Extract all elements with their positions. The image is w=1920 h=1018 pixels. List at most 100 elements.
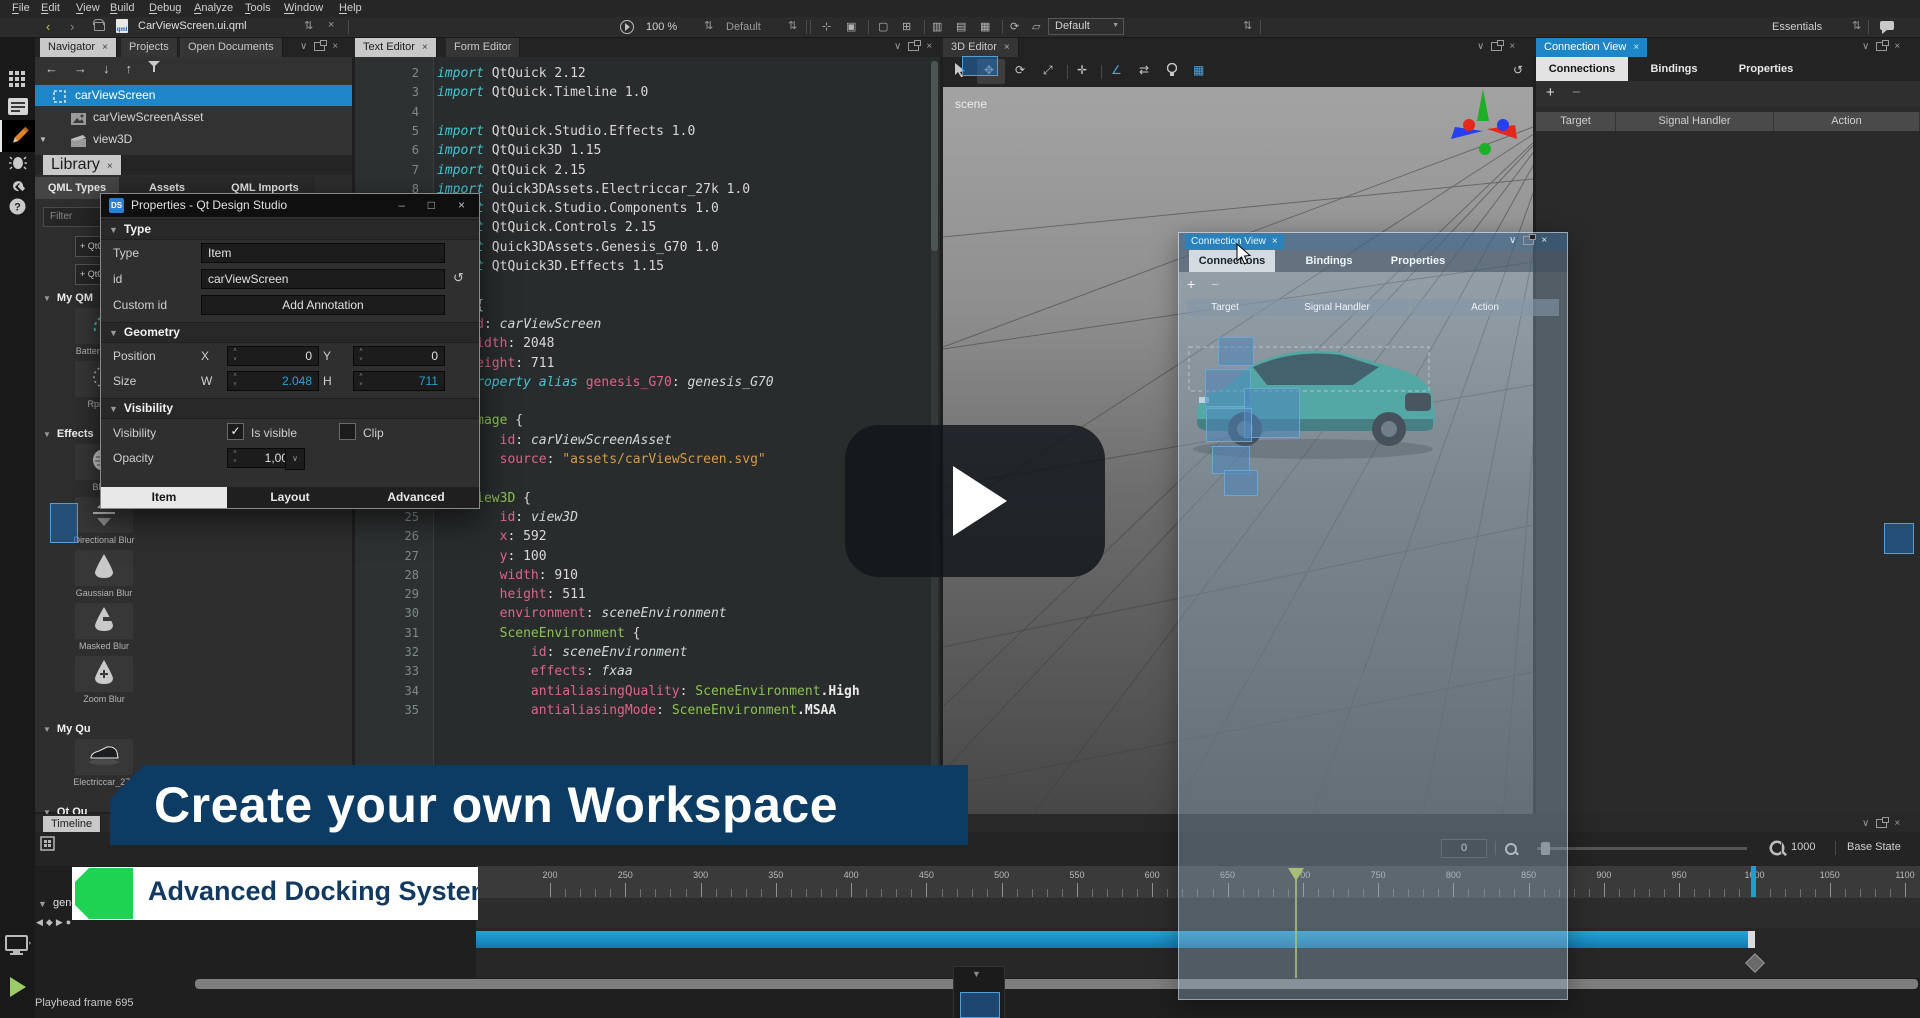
fit-selected-icon[interactable]: ✛	[1077, 63, 1087, 77]
opacity-dropdown[interactable]: ∨	[285, 448, 305, 470]
editor-dock-controls[interactable]: ∨×	[894, 41, 932, 52]
welcome-mode-icon[interactable]	[0, 71, 35, 89]
move-up-icon[interactable]: ↑	[126, 61, 133, 76]
tools-mode-icon[interactable]	[0, 176, 35, 193]
tab-form-editor[interactable]: Form Editor	[446, 38, 520, 57]
h-field[interactable]: ˄˅711	[353, 371, 445, 391]
tab-advanced[interactable]: Advanced	[353, 487, 479, 508]
code-line-25[interactable]: id: view3D	[437, 510, 578, 525]
kit-selector[interactable]: Default ▼	[1048, 18, 1124, 35]
is-visible-checkbox[interactable]: ✓	[227, 423, 244, 440]
add-annotation-button[interactable]: Add Annotation	[201, 295, 445, 315]
tab-connections[interactable]: Connections	[1189, 250, 1275, 272]
tab-library[interactable]: Library×	[43, 155, 122, 175]
close-icon[interactable]: ×	[107, 161, 113, 172]
zoom-in-icon[interactable]	[1770, 841, 1785, 856]
show-bounds-icon[interactable]: ▢	[878, 20, 888, 33]
orientation-icon[interactable]: ∠	[1111, 63, 1122, 77]
floating-dock-controls[interactable]: ∨×	[1509, 235, 1547, 246]
tab-connection-view[interactable]: Connection View×	[1536, 38, 1648, 57]
timeline-dock-controls[interactable]: ∨×	[1862, 818, 1900, 829]
code-line-29[interactable]: height: 511	[437, 587, 586, 602]
menu-edit[interactable]: Edit	[41, 2, 60, 14]
keyframe-diamond[interactable]	[1745, 953, 1765, 973]
tab-navigator[interactable]: Navigator×	[40, 38, 117, 57]
library-section-my-qu[interactable]: ▼My Qu	[43, 723, 133, 735]
current-document-label[interactable]: CarViewScreen.ui.qml	[138, 20, 247, 32]
connection-dock-controls[interactable]: ∨×	[1862, 41, 1900, 52]
menu-view[interactable]: View	[76, 2, 100, 14]
rotate-tool-icon[interactable]: ⟳	[1015, 63, 1025, 77]
caret-down-icon[interactable]: ▼	[38, 899, 47, 909]
edit-annotation-icon[interactable]: ▱	[1032, 20, 1040, 33]
scale-tool-icon[interactable]: ⤢	[1043, 63, 1053, 78]
workspace-selector[interactable]: Essentials	[1772, 21, 1822, 33]
code-line-22[interactable]: source: "assets/carViewScreen.svg"	[437, 452, 766, 467]
tree-item-carViewScreenAsset[interactable]: carViewScreenAsset	[35, 107, 352, 128]
code-line-32[interactable]: id: sceneEnvironment	[437, 645, 687, 660]
caret-down-icon[interactable]: ▼	[39, 129, 47, 150]
state-selector[interactable]: Base State	[1847, 841, 1901, 853]
tab-properties[interactable]: Properties	[1720, 57, 1812, 81]
tab-layout[interactable]: Layout	[227, 487, 353, 508]
tab-open-documents[interactable]: Open Documents	[180, 38, 283, 57]
design-mode-icon[interactable]	[0, 120, 35, 152]
navigator-dock-controls[interactable]: ∨×	[300, 41, 338, 52]
kit-spinner[interactable]: ⇅	[1243, 19, 1252, 32]
viewport-dock-controls[interactable]: ∨×	[1477, 41, 1515, 52]
library-item-electriccar_27k[interactable]	[75, 739, 133, 775]
workspace-spinner[interactable]: ⇅	[1852, 19, 1861, 32]
timeline-settings-icon[interactable]	[40, 836, 55, 856]
code-line-31[interactable]: SceneEnvironment {	[437, 626, 641, 641]
document-switcher-spinner[interactable]: ⇅	[304, 19, 313, 32]
menu-file[interactable]: File	[12, 2, 30, 14]
global-axes-icon[interactable]: ⇄	[1139, 63, 1149, 77]
help-icon[interactable]: ?	[0, 198, 35, 215]
code-line-34[interactable]: antialiasingQuality: SceneEnvironment.Hi…	[437, 684, 860, 699]
code-line-2[interactable]: import QtQuick 2.12	[437, 66, 586, 81]
menu-help[interactable]: Help	[339, 2, 362, 14]
menu-debug[interactable]: Debug	[149, 2, 181, 14]
section-type[interactable]: ▼Type	[101, 219, 479, 240]
code-line-30[interactable]: environment: sceneEnvironment	[437, 606, 727, 621]
edit-mode-icon[interactable]	[0, 98, 35, 115]
id-field[interactable]: carViewScreen	[201, 269, 445, 289]
floating-panel-title-tab[interactable]: Connection View×	[1185, 234, 1284, 249]
close-icon[interactable]: ×	[1004, 42, 1010, 53]
reset-view-icon[interactable]: ↺	[1513, 63, 1523, 77]
code-line-18[interactable]: property alias genesis_G70: genesis_G70	[437, 375, 774, 390]
forward-button[interactable]: ›	[70, 19, 74, 34]
remove-connection-button[interactable]: −	[1211, 276, 1219, 292]
close-icon[interactable]: ×	[1633, 42, 1639, 53]
preview-play-icon[interactable]	[620, 20, 634, 34]
tab-item[interactable]: Item	[101, 487, 227, 508]
code-line-5[interactable]: import QtQuick.Studio.Effects 1.0	[437, 124, 695, 139]
code-line-27[interactable]: y: 100	[437, 549, 547, 564]
tab-timeline[interactable]: Timeline	[43, 816, 101, 832]
code-line-28[interactable]: width: 910	[437, 568, 578, 583]
keyframe-nav-controls[interactable]: ◀◆▶●	[36, 917, 74, 928]
tree-item-carViewScreen[interactable]: carViewScreen	[35, 85, 352, 106]
filter-icon[interactable]	[148, 61, 160, 76]
run-button[interactable]	[0, 976, 35, 998]
video-play-button[interactable]	[845, 425, 1105, 577]
layout-column-icon[interactable]: ▤	[956, 20, 966, 33]
zoom-level-label[interactable]: 100 %	[646, 21, 677, 33]
tab-properties[interactable]: Properties	[1375, 250, 1461, 272]
remove-connection-button[interactable]: −	[1572, 84, 1581, 101]
annotation-tool-icon[interactable]: ⊹	[822, 20, 831, 33]
edit-light-icon[interactable]	[1167, 63, 1177, 80]
frame-selection-icon[interactable]: ▣	[846, 20, 856, 33]
zoom-spinner[interactable]: ⇅	[704, 19, 713, 32]
close-icon[interactable]: ×	[102, 42, 108, 53]
move-right-icon[interactable]: →	[74, 61, 87, 76]
add-connection-button[interactable]: +	[1546, 84, 1555, 101]
debug-mode-icon[interactable]	[0, 154, 35, 170]
menu-window[interactable]: Window	[284, 2, 323, 14]
tab-bindings[interactable]: Bindings	[1628, 57, 1720, 81]
tab-3d-editor[interactable]: 3D Editor×	[943, 38, 1019, 57]
floating-connection-view-panel[interactable]: Connection View× ∨× Connections Bindings…	[1178, 232, 1568, 1000]
style-spinner[interactable]: ⇅	[788, 19, 797, 32]
clip-checkbox[interactable]	[339, 423, 356, 440]
add-window-icon[interactable]: ⊞	[902, 20, 911, 33]
